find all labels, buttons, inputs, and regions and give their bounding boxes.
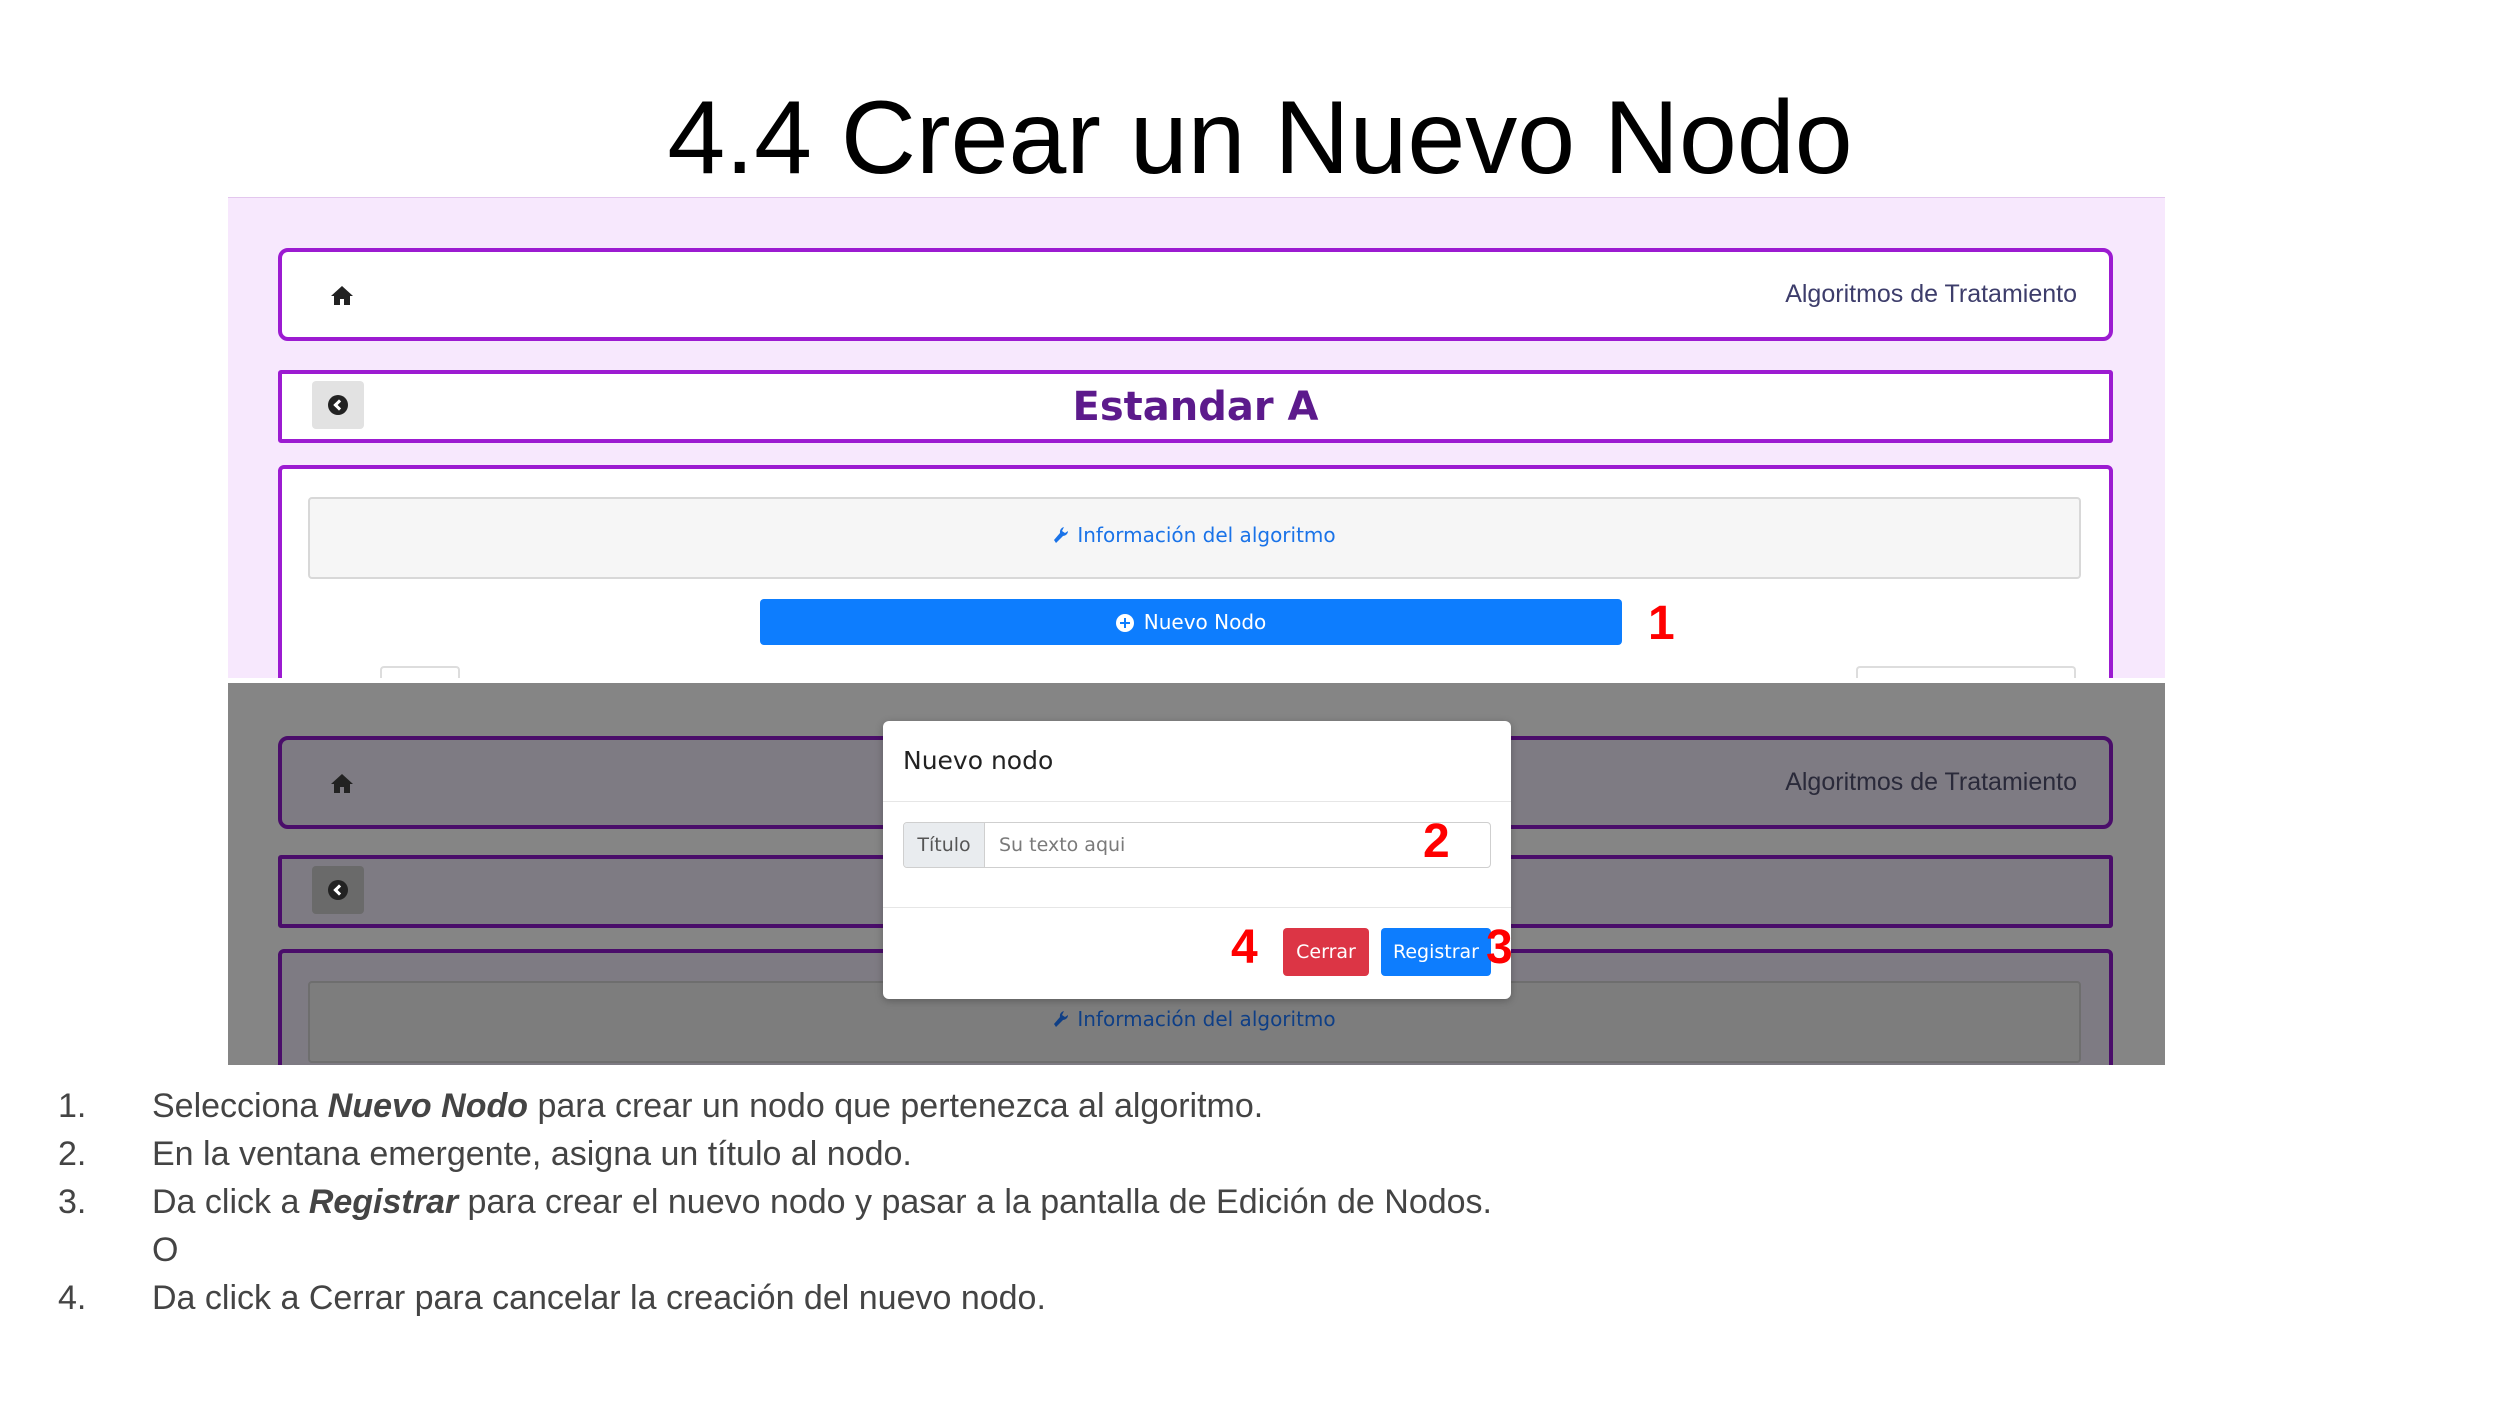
marker-3: 3 xyxy=(1486,921,1513,974)
nav-link-algoritmos[interactable]: Algoritmos de Tratamiento xyxy=(1785,280,2077,309)
algorithm-title: Estandar A xyxy=(1072,384,1319,430)
step-text: O xyxy=(152,1231,179,1269)
screenshot-modal-view: Algoritmos de Tratamiento Información de… xyxy=(228,683,2165,1065)
chevron-circle-left-icon xyxy=(328,880,348,900)
title-input[interactable] xyxy=(985,823,1489,867)
info-link-dimmed: Información del algoritmo xyxy=(310,1007,2079,1031)
new-node-modal: Nuevo nodo Título Cerrar Registrar xyxy=(883,721,1511,999)
register-button[interactable]: Registrar xyxy=(1381,928,1491,976)
plus-circle-icon xyxy=(1115,614,1134,632)
instruction-step: 1. Selecciona Nuevo Nodo para crear un n… xyxy=(58,1082,1758,1130)
nav-link-algoritmos-dimmed: Algoritmos de Tratamiento xyxy=(1785,768,2077,796)
wrench-icon xyxy=(1054,527,1069,543)
info-panel[interactable]: Información del algoritmo xyxy=(308,497,2081,579)
info-link-label: Información del algoritmo xyxy=(1077,523,1336,547)
marker-2: 2 xyxy=(1423,815,1450,868)
screenshot-main-view: Algoritmos de Tratamiento Estandar A Inf… xyxy=(228,197,2165,678)
modal-footer-divider xyxy=(883,907,1511,908)
algorithm-content-card: Información del algoritmo Nuevo Nodo xyxy=(278,465,2113,678)
new-node-button-label: Nuevo Nodo xyxy=(1143,610,1267,634)
home-icon xyxy=(331,774,353,793)
home-icon[interactable] xyxy=(330,284,354,306)
partial-element-left xyxy=(380,666,460,678)
info-link[interactable]: Información del algoritmo xyxy=(310,523,2079,547)
instruction-list: 1. Selecciona Nuevo Nodo para crear un n… xyxy=(58,1082,1758,1322)
step-text: En la ventana emergente, asigna un títul… xyxy=(152,1135,912,1173)
instruction-step: 4. Da click a Cerrar para cancelar la cr… xyxy=(58,1274,1758,1322)
wrench-icon xyxy=(1054,1011,1069,1027)
step-number: 4. xyxy=(58,1279,87,1317)
step-number: 2. xyxy=(58,1135,87,1173)
step-number: 3. xyxy=(58,1183,87,1221)
navbar: Algoritmos de Tratamiento xyxy=(278,248,2113,341)
close-button[interactable]: Cerrar xyxy=(1283,928,1369,976)
step-text: Selecciona Nuevo Nodo para crear un nodo… xyxy=(152,1087,1264,1125)
title-field-label: Título xyxy=(904,823,985,867)
instruction-or: O xyxy=(58,1226,1758,1274)
step-number: 1. xyxy=(58,1087,87,1125)
marker-4: 4 xyxy=(1231,921,1258,974)
info-link-label-dimmed: Información del algoritmo xyxy=(1077,1007,1336,1031)
step-text: Da click a Cerrar para cancelar la creac… xyxy=(152,1279,1046,1317)
modal-header: Nuevo nodo xyxy=(883,721,1511,802)
step-text: Da click a Registrar para crear el nuevo… xyxy=(152,1183,1493,1221)
slide-title: 4.4 Crear un Nuevo Nodo xyxy=(667,80,1853,196)
instruction-step: 3. Da click a Registrar para crear el nu… xyxy=(58,1178,1758,1226)
algorithm-header: Estandar A xyxy=(278,370,2113,443)
marker-1: 1 xyxy=(1648,597,1675,650)
new-node-button[interactable]: Nuevo Nodo xyxy=(760,599,1622,645)
back-button-dimmed xyxy=(312,866,364,914)
partial-element-right xyxy=(1856,666,2076,678)
instruction-step: 2. En la ventana emergente, asigna un tí… xyxy=(58,1130,1758,1178)
modal-title: Nuevo nodo xyxy=(903,746,1054,775)
title-input-group: Título xyxy=(903,822,1491,868)
